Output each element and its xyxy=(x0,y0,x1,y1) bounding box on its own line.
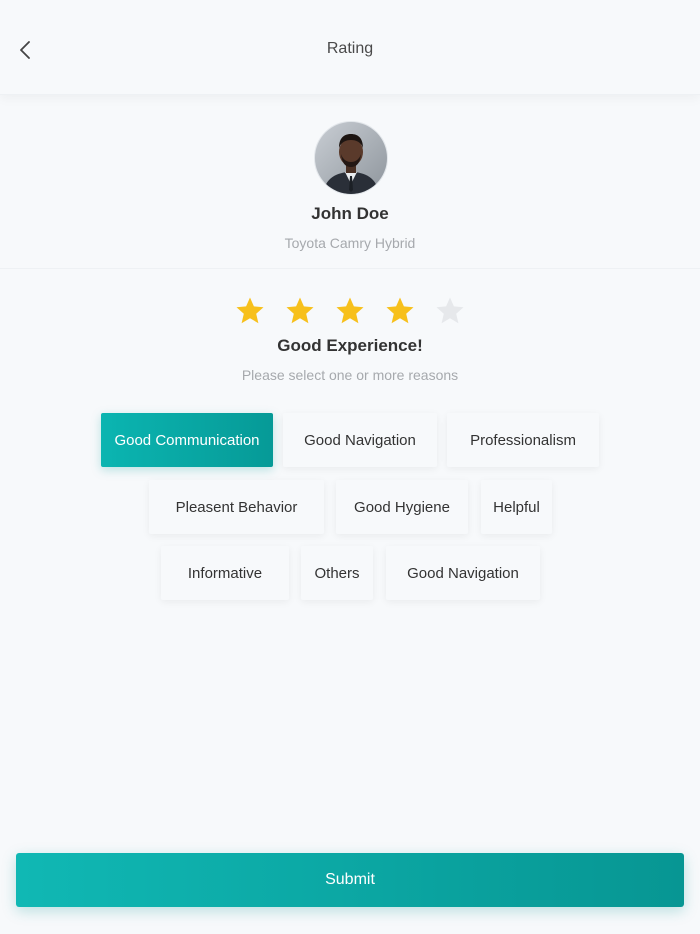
star-filled-icon[interactable] xyxy=(335,296,365,326)
reason-chip-label: Professionalism xyxy=(470,431,576,449)
reason-chip-label: Good Navigation xyxy=(407,564,519,582)
avatar xyxy=(314,121,388,195)
page-title: Rating xyxy=(326,40,374,57)
reason-chip-good-navigation[interactable]: Good Navigation xyxy=(283,413,437,467)
submit-button[interactable]: Submit xyxy=(16,853,684,907)
reason-chip-good-navigation-2[interactable]: Good Navigation xyxy=(386,546,540,600)
reason-chip-label: Pleasent Behavior xyxy=(175,498,298,516)
star-filled-icon[interactable] xyxy=(285,296,315,326)
reason-chip-label: Good Communication xyxy=(114,431,260,449)
reasons-prompt: Please select one or more reasons xyxy=(241,367,459,383)
star-empty-icon[interactable] xyxy=(435,296,465,326)
reason-chip-informative[interactable]: Informative xyxy=(161,546,289,600)
star-rating[interactable] xyxy=(0,296,700,326)
driver-name: John Doe xyxy=(311,204,389,223)
reason-chip-label: Helpful xyxy=(493,498,540,516)
reason-chip-professionalism[interactable]: Professionalism xyxy=(447,413,599,467)
reason-chip-label: Good Navigation xyxy=(304,431,416,449)
reason-chip-good-communication[interactable]: Good Communication xyxy=(101,413,273,467)
star-filled-icon[interactable] xyxy=(235,296,265,326)
reason-chip-label: Informative xyxy=(187,564,263,582)
reason-chip-good-hygiene[interactable]: Good Hygiene xyxy=(336,480,468,534)
driver-photo xyxy=(315,122,387,194)
car-model: Toyota Camry Hybrid xyxy=(284,235,416,251)
header-bar: Rating xyxy=(0,0,700,95)
reason-chip-label: Good Hygiene xyxy=(354,498,450,516)
reason-chip-others[interactable]: Others xyxy=(301,546,373,600)
reason-chip-pleasent-behavior[interactable]: Pleasent Behavior xyxy=(149,480,324,534)
reason-chip-helpful[interactable]: Helpful xyxy=(481,480,552,534)
driver-profile: John Doe Toyota Camry Hybrid xyxy=(0,96,700,269)
star-filled-icon[interactable] xyxy=(385,296,415,326)
rating-label: Good Experience! xyxy=(277,336,423,355)
reason-chip-label: Others xyxy=(314,564,360,582)
